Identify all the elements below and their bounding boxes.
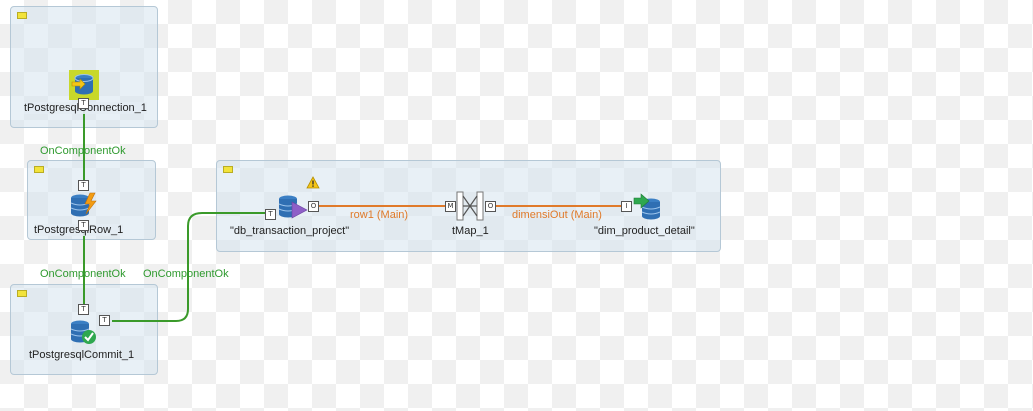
postgresql-input-component[interactable]	[276, 193, 308, 221]
component-label: "db_transaction_project"	[230, 225, 350, 237]
subjob-collapse-button[interactable]	[34, 166, 44, 173]
trigger-input-port[interactable]: T	[78, 304, 89, 315]
subjob-collapse-button[interactable]	[223, 166, 233, 173]
postgresql-output-component[interactable]	[632, 192, 664, 222]
postgresql-output-icon	[633, 193, 661, 220]
trigger-link-label: OnComponentOk	[40, 268, 126, 280]
postgresql-row-component[interactable]	[68, 192, 100, 220]
trigger-link-label: OnComponentOk	[143, 268, 229, 280]
flow-link-label: dimensiOut (Main)	[512, 209, 602, 221]
subjob-collapse-button[interactable]	[17, 290, 27, 297]
trigger-output-port[interactable]: T	[78, 98, 89, 109]
tmap-icon	[456, 191, 484, 221]
trigger-output-port[interactable]: T	[99, 315, 110, 326]
trigger-link-label: OnComponentOk	[40, 145, 126, 157]
warning-icon[interactable]	[306, 176, 320, 189]
component-label: tPostgresqlCommit_1	[29, 349, 135, 361]
postgresql-connection-component[interactable]	[68, 69, 100, 101]
postgresql-commit-icon	[70, 320, 96, 344]
subjob-collapse-button[interactable]	[17, 12, 27, 19]
postgresql-commit-component[interactable]	[68, 318, 100, 346]
tmap-component[interactable]	[455, 190, 485, 222]
trigger-input-port[interactable]: T	[78, 180, 89, 191]
main-output-port[interactable]: O	[308, 201, 319, 212]
trigger-output-port[interactable]: T	[78, 220, 89, 231]
flow-link-label: row1 (Main)	[350, 209, 409, 221]
job-design-canvas[interactable]: T tPostgresqlConnection_1 T OnComponentO…	[0, 0, 1033, 411]
main-output-port[interactable]: O	[485, 201, 496, 212]
component-label: tMap_1	[452, 225, 489, 237]
component-label: "dim_product_detail"	[594, 225, 695, 237]
trigger-input-port[interactable]: T	[265, 209, 276, 220]
postgresql-input-icon	[278, 195, 308, 219]
postgresql-connection-icon	[69, 70, 99, 100]
postgresql-row-icon	[70, 192, 97, 217]
main-input-port[interactable]: I	[621, 201, 632, 212]
